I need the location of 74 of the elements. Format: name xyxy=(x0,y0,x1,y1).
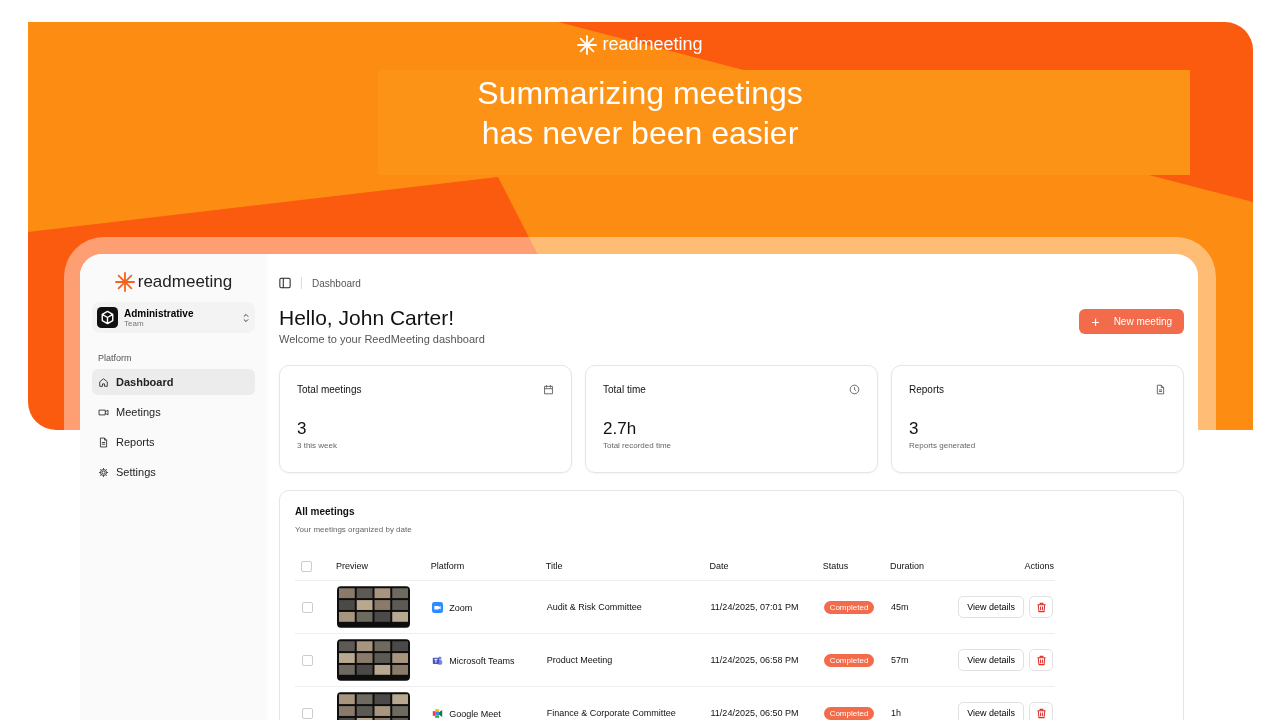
trash-icon xyxy=(1035,654,1047,666)
table-cell: 45m xyxy=(888,580,934,634)
stat-note: Reports generated xyxy=(909,441,977,450)
view-details-button[interactable]: View details xyxy=(958,649,1024,671)
nav-item[interactable]: Meetings xyxy=(92,399,255,425)
clock-icon xyxy=(849,384,860,395)
stat-value: 2.7h xyxy=(603,419,638,439)
status-badge: Completed xyxy=(823,654,875,667)
greeting-title: Hello, John Carter! xyxy=(279,306,456,330)
video-camera-icon xyxy=(431,601,443,613)
team-switcher[interactable]: Administrative Team xyxy=(92,302,255,333)
stat-label: Total meetings xyxy=(297,384,362,395)
table-cell: 1h xyxy=(888,686,934,720)
document-icon xyxy=(1155,384,1166,395)
view-details-button[interactable]: View details xyxy=(958,596,1024,618)
row-checkbox[interactable] xyxy=(302,707,313,719)
video-camera-icon xyxy=(431,707,443,719)
row-checkbox[interactable] xyxy=(302,601,313,613)
status-badge: Completed xyxy=(823,707,875,720)
view-details-button[interactable]: View details xyxy=(958,702,1024,720)
card-subtitle: Your meetings organized by date xyxy=(295,525,413,534)
table-cell: Product Meeting xyxy=(544,633,709,687)
breadcrumb: Dashboard xyxy=(312,277,361,289)
table-cell: 11/24/2025, 07:01 PM xyxy=(708,580,822,634)
column-header: Preview xyxy=(335,552,430,581)
chevron-up-down-icon xyxy=(242,312,250,323)
table-cell: 57m xyxy=(888,633,934,687)
table-cell: 11/24/2025, 06:58 PM xyxy=(708,633,822,687)
sidebar-toggle-icon[interactable] xyxy=(279,277,291,289)
column-header: Status xyxy=(821,552,889,581)
stat-label: Reports xyxy=(909,384,944,395)
nav-item[interactable]: Settings xyxy=(92,459,255,485)
card-title: All meetings xyxy=(295,506,356,517)
stat-value: 3 xyxy=(909,419,920,439)
table-cell: Finance & Corporate Committee xyxy=(544,686,709,720)
brand-name: readmeeting xyxy=(137,272,233,292)
home-icon xyxy=(98,376,109,388)
column-header: Platform xyxy=(429,552,545,581)
stat-label: Total time xyxy=(603,384,646,395)
document-icon xyxy=(98,436,109,448)
people-icon xyxy=(431,654,443,666)
column-header: Duration xyxy=(888,552,934,581)
video-camera-icon xyxy=(98,406,109,418)
delete-button[interactable] xyxy=(1029,596,1053,618)
headline: Summarizing meetings xyxy=(477,74,803,113)
nav-item[interactable]: Reports xyxy=(92,429,255,455)
status-badge: Completed xyxy=(823,601,875,614)
stat-note: Total recorded time xyxy=(603,441,673,450)
table-cell: Microsoft Teams xyxy=(429,633,545,687)
delete-button[interactable] xyxy=(1029,649,1053,671)
table-cell: Google Meet xyxy=(429,686,545,720)
settings-icon xyxy=(98,466,109,478)
nav-item[interactable]: Dashboard xyxy=(92,369,255,395)
headline: has never been easier xyxy=(481,114,799,153)
greeting-subtitle: Welcome to your ReedMeeting dashboard xyxy=(279,333,485,345)
column-header: Title xyxy=(544,552,709,581)
stat-note: 3 this week xyxy=(297,441,339,450)
trash-icon xyxy=(1035,601,1047,613)
trash-icon xyxy=(1035,707,1047,719)
brand-name: readmeeting xyxy=(602,34,703,55)
sunburst-icon xyxy=(114,272,135,292)
table-cell: Audit & Risk Committee xyxy=(544,580,709,634)
row-checkbox[interactable] xyxy=(302,654,313,666)
select-all-checkbox[interactable] xyxy=(301,560,312,572)
column-header: Actions xyxy=(933,552,1055,581)
cube-icon xyxy=(97,307,118,328)
table-cell: 11/24/2025, 06:50 PM xyxy=(708,686,822,720)
calendar-icon xyxy=(543,384,554,395)
section-label: Platform xyxy=(98,353,133,363)
stat-value: 3 xyxy=(297,419,308,439)
delete-button[interactable] xyxy=(1029,702,1053,720)
sunburst-icon xyxy=(577,34,598,55)
column-header: Date xyxy=(708,552,822,581)
table-cell: Zoom xyxy=(429,580,545,634)
